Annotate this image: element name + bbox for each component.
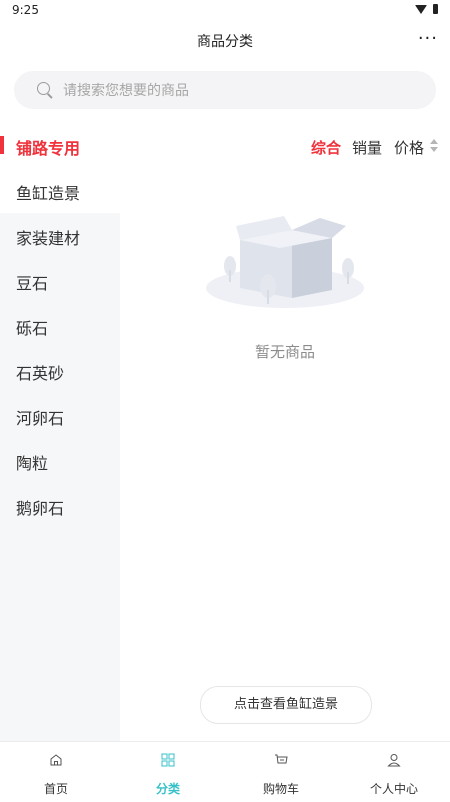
- category-label: 砾石: [16, 319, 49, 338]
- home-icon: [50, 754, 62, 766]
- tab-cart[interactable]: 购物车: [225, 742, 337, 802]
- category-label: 河卵石: [16, 409, 65, 428]
- tab-profile-label: 个人中心: [369, 782, 418, 796]
- tab-home[interactable]: 首页: [0, 742, 112, 802]
- search-bar[interactable]: [14, 71, 436, 111]
- tab-category-label: 分类: [155, 782, 180, 796]
- section-header: 铺路专用 综合 销量 价格: [0, 130, 450, 160]
- category-item-quartz-sand[interactable]: 石英砂: [0, 348, 120, 393]
- category-label: 鹅卵石: [16, 499, 65, 518]
- status-icons: [415, 4, 438, 14]
- section-accent-bar: [0, 136, 4, 154]
- category-item-ceramsite[interactable]: 陶粒: [0, 438, 120, 483]
- grid-icon: [161, 753, 175, 767]
- category-item-home-building-materials[interactable]: 家装建材: [0, 213, 120, 258]
- page-title: 商品分类: [197, 34, 253, 50]
- tab-cart-label: 购物车: [262, 782, 299, 796]
- cart-icon: [275, 754, 288, 764]
- bottom-tab-bar: 首页 分类 购物车 个人中心: [0, 741, 450, 802]
- category-label: 石英砂: [16, 364, 65, 383]
- status-bar: 9:25: [0, 0, 450, 22]
- tab-profile[interactable]: 个人中心: [338, 742, 450, 802]
- sort-sales[interactable]: 销量: [352, 137, 382, 158]
- category-item-fish-tank-landscape[interactable]: 鱼缸造景: [0, 168, 120, 213]
- search-icon: [37, 82, 50, 95]
- sort-price[interactable]: 价格: [394, 137, 424, 158]
- empty-box-icon: [206, 216, 364, 308]
- category-label: 陶粒: [16, 454, 49, 473]
- category-label: 鱼缸造景: [16, 184, 81, 203]
- user-icon: [387, 754, 401, 767]
- tab-home-label: 首页: [43, 782, 68, 796]
- empty-state-message: 暂无商品: [254, 343, 315, 361]
- category-item-pea-gravel[interactable]: 豆石: [0, 258, 120, 303]
- wifi-icon: [415, 4, 427, 14]
- category-sidebar: 鱼缸造景 家装建材 豆石 砾石 石英砂 河卵石 陶粒 鹅卵石: [0, 168, 120, 741]
- status-time: 9:25: [12, 3, 39, 17]
- category-item-gravel[interactable]: 砾石: [0, 303, 120, 348]
- category-label: 豆石: [16, 274, 49, 293]
- sort-arrows-icon[interactable]: [430, 139, 438, 153]
- search-input[interactable]: [61, 71, 425, 111]
- category-label: 家装建材: [16, 229, 81, 248]
- sort-comprehensive[interactable]: 综合: [311, 137, 341, 158]
- category-item-river-pebble[interactable]: 河卵石: [0, 393, 120, 438]
- nav-bar: 商品分类 ···: [0, 22, 450, 56]
- view-category-button[interactable]: 点击查看鱼缸造景: [200, 686, 372, 724]
- section-title: 铺路专用: [16, 139, 81, 158]
- tab-category[interactable]: 分类: [112, 742, 224, 802]
- more-icon[interactable]: ···: [418, 28, 438, 49]
- category-item-cobblestone[interactable]: 鹅卵石: [0, 483, 120, 528]
- battery-icon: [433, 4, 438, 14]
